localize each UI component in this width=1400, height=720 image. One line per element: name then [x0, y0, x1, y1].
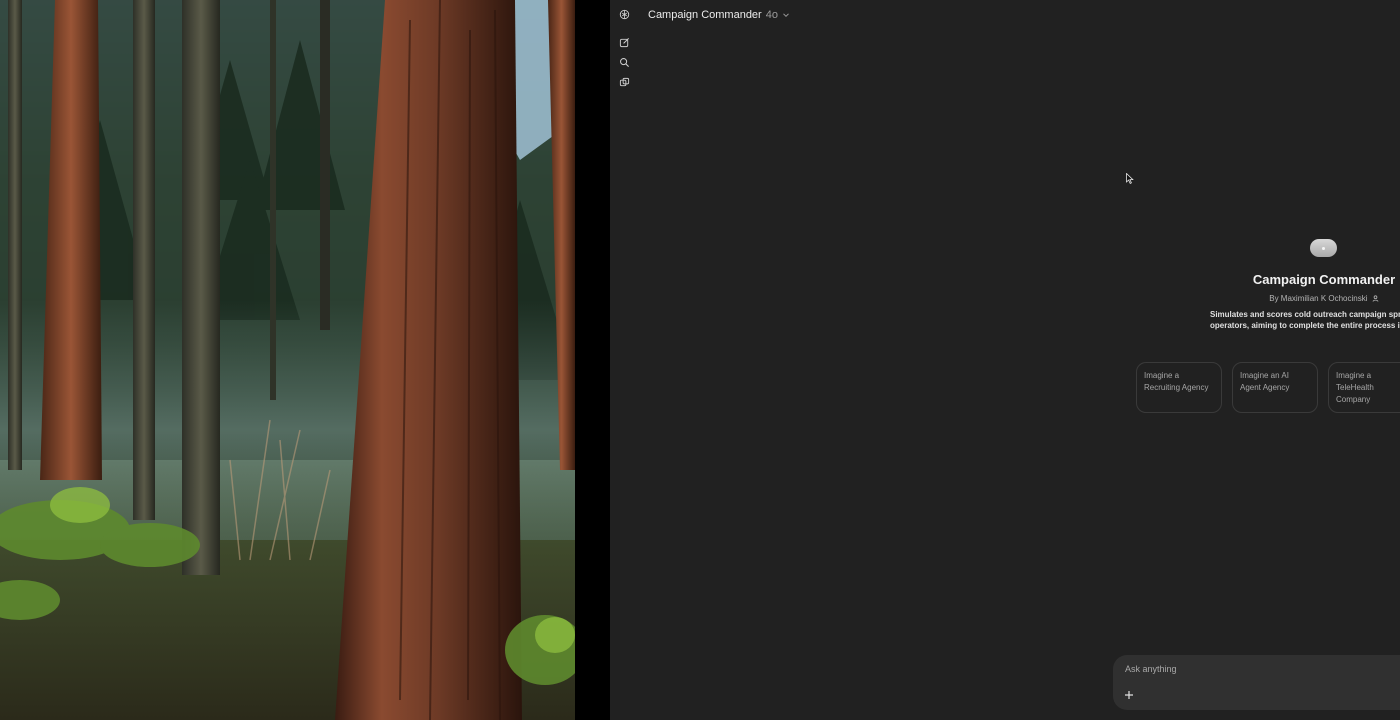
plus-glyph	[1125, 691, 1133, 699]
forest-wallpaper	[0, 0, 575, 720]
model-selector[interactable]: Campaign Commander 4o	[648, 6, 790, 24]
openai-logo-glyph	[619, 9, 629, 19]
gpt-title: Campaign Commander	[1252, 272, 1396, 287]
chevron-down-icon	[783, 13, 789, 18]
screen: Campaign Commander 4o Campaign Commander…	[0, 0, 1400, 720]
gpt-avatar-dot	[1322, 246, 1325, 250]
library-glyph	[619, 77, 629, 86]
starter-card-recruiting[interactable]: Imagine a Recruiting Agency	[1136, 362, 1222, 413]
black-divider	[575, 0, 610, 720]
plus-icon[interactable]	[1123, 689, 1135, 701]
icon-rail	[610, 0, 638, 720]
chat-app: Campaign Commander 4o Campaign Commander…	[610, 0, 1400, 720]
starter-card-telehealth[interactable]: Imagine a TeleHealth Company	[1328, 362, 1400, 413]
gpt-name: Campaign Commander	[648, 9, 762, 21]
model-label: 4o	[765, 9, 778, 21]
forest-photo	[0, 0, 575, 720]
gpt-description-line-2: operators, aiming to complete the entire…	[1210, 321, 1400, 330]
search-icon[interactable]	[616, 54, 632, 70]
gpt-description-line-1: Simulates and scores cold outreach campa…	[1210, 310, 1400, 319]
gpt-description: Simulates and scores cold outreach campa…	[1210, 309, 1400, 331]
search-glyph	[619, 57, 629, 67]
prompt-input[interactable]	[1125, 664, 1375, 674]
composer	[1113, 655, 1400, 710]
gpt-author: By Maximilian K Ochocinski	[1224, 294, 1400, 303]
openai-logo-icon[interactable]	[616, 6, 632, 22]
library-icon[interactable]	[616, 74, 632, 90]
gpt-author-text: By Maximilian K Ochocinski	[1269, 294, 1368, 303]
new-chat-glyph	[619, 37, 629, 47]
mouse-cursor-icon	[1126, 173, 1134, 184]
person-icon	[1372, 295, 1379, 302]
starter-card-ai-agent[interactable]: Imagine an AI Agent Agency	[1232, 362, 1318, 413]
gpt-avatar	[1310, 239, 1337, 257]
new-chat-icon[interactable]	[616, 34, 632, 50]
